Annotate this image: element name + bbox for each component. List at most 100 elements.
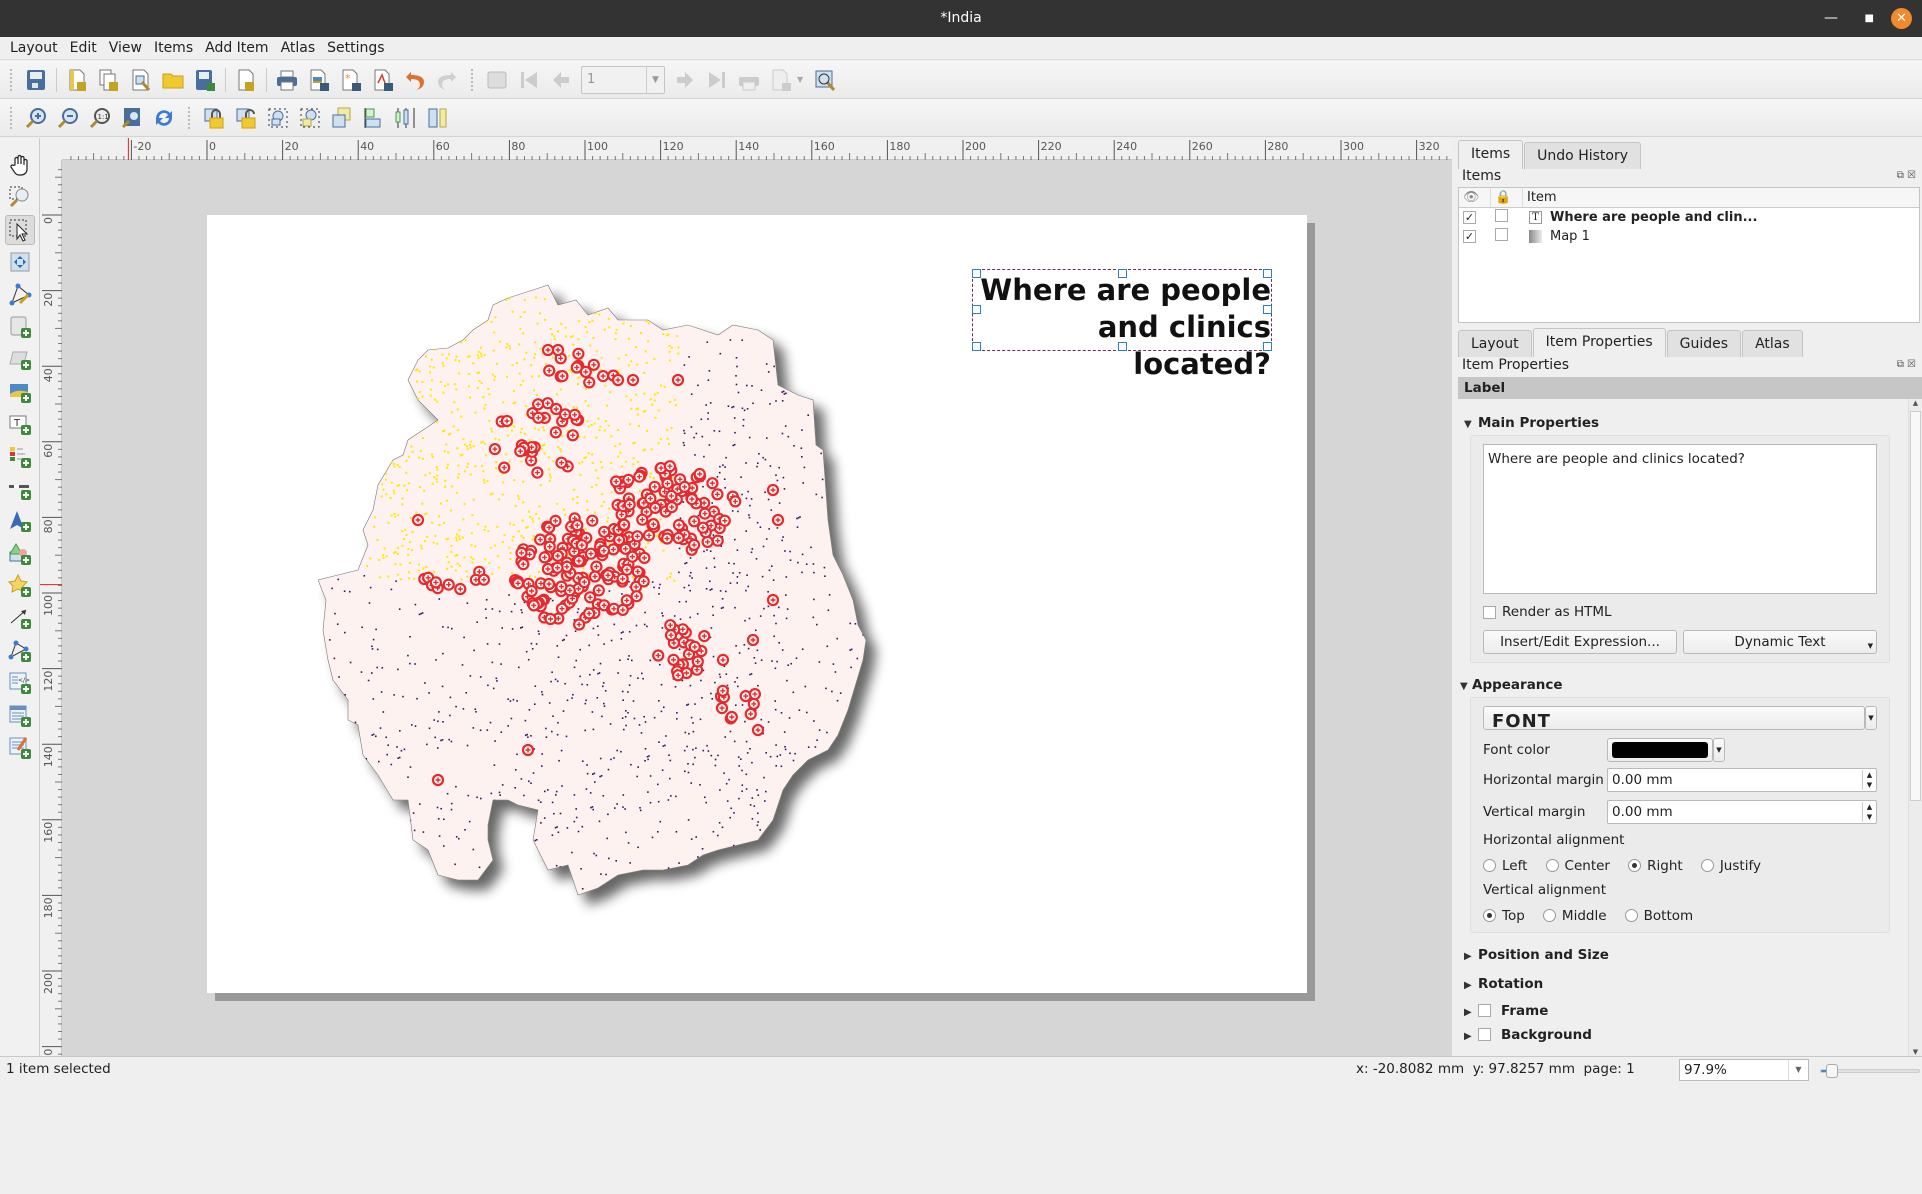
dynamic-text-button[interactable]: Dynamic Text ▼ (1683, 630, 1877, 654)
edit-nodes-tool[interactable] (5, 280, 35, 310)
add-attribute-table-tool[interactable] (5, 701, 35, 731)
save-as-template-icon[interactable] (192, 67, 218, 93)
layout-page[interactable]: Where are people and clinics located? (207, 215, 1307, 993)
menu-add-item[interactable]: Add Item (199, 37, 274, 60)
visible-column-header[interactable]: 👁 (1459, 188, 1491, 207)
zoom-full-icon[interactable] (119, 105, 145, 131)
items-tree[interactable]: 👁 🔒 Item ✓ T Where are people and clin..… (1458, 187, 1920, 323)
export-atlas-icon[interactable] (768, 67, 794, 93)
toolbar-grip[interactable] (10, 68, 14, 91)
h-align-center-radio[interactable]: Center (1545, 858, 1610, 874)
title-label-item[interactable]: Where are people and clinics located? (972, 269, 1272, 381)
add-node-item-tool[interactable] (5, 636, 35, 666)
visibility-checkbox[interactable]: ✓ (1463, 211, 1476, 224)
resize-handle-right[interactable] (1263, 305, 1272, 314)
position-and-size-section[interactable]: ▶ Position and Size (1458, 941, 1908, 970)
vertical-ruler[interactable]: 020406080100120140160180200220 (40, 160, 62, 1056)
maximize-button[interactable]: ■ (1865, 0, 1874, 37)
add-arrow-tool[interactable] (5, 603, 35, 633)
font-button[interactable]: FONT (1483, 706, 1865, 730)
export-pdf-icon[interactable] (370, 67, 396, 93)
next-feature-icon[interactable] (672, 67, 698, 93)
resize-handle-top-right[interactable] (1263, 269, 1272, 278)
items-row[interactable]: ✓ T Where are people and clin... (1459, 208, 1919, 227)
align-items-icon[interactable] (361, 105, 387, 131)
rotation-section[interactable]: ▶ Rotation (1458, 970, 1908, 999)
new-layout-icon[interactable] (64, 67, 90, 93)
zoom-in-icon[interactable] (23, 105, 49, 131)
lock-checkbox[interactable] (1495, 228, 1508, 241)
close-dock-icon[interactable]: ☒ (1907, 170, 1916, 181)
menu-items[interactable]: Items (148, 37, 199, 60)
h-align-left-radio[interactable]: Left (1483, 858, 1527, 874)
resize-handle-bottom[interactable] (1118, 342, 1127, 351)
minimize-button[interactable]: — (1824, 0, 1838, 37)
menu-edit[interactable]: Edit (64, 37, 103, 60)
save-icon[interactable] (23, 67, 49, 93)
float-dock-icon[interactable]: ⧉ (1897, 170, 1904, 181)
tab-item-properties[interactable]: Item Properties (1532, 328, 1666, 357)
font-color-button[interactable] (1607, 738, 1713, 762)
menu-atlas[interactable]: Atlas (275, 37, 322, 60)
menu-view[interactable]: View (103, 37, 148, 60)
font-dropdown-arrow[interactable]: ▼ (1865, 706, 1877, 730)
tab-undo-history[interactable]: Undo History (1524, 142, 1642, 169)
resize-handle-bottom-left[interactable] (972, 342, 981, 351)
scrollbar-thumb[interactable] (1910, 411, 1921, 801)
label-text-area[interactable]: Where are people and clinics located? (1483, 444, 1877, 594)
background-section[interactable]: ▶ Background (1458, 1023, 1908, 1047)
insert-expression-button[interactable]: Insert/Edit Expression... (1483, 630, 1677, 654)
first-feature-icon[interactable] (516, 67, 542, 93)
lock-column-header[interactable]: 🔒 (1491, 188, 1523, 207)
item-column-header[interactable]: Item (1523, 188, 1919, 207)
visibility-checkbox[interactable]: ✓ (1463, 230, 1476, 243)
frame-checkbox[interactable] (1478, 1004, 1491, 1017)
close-button[interactable]: ✕ (1891, 8, 1912, 29)
resize-items-icon[interactable] (425, 105, 451, 131)
raise-items-icon[interactable] (329, 105, 355, 131)
zoom-out-icon[interactable] (55, 105, 81, 131)
print-atlas-icon[interactable] (736, 67, 762, 93)
horizontal-ruler[interactable]: -20 0 20 40 60 80 100 120 140 160 180 200 220 240 260 2… (62, 138, 1452, 160)
atlas-page-combobox[interactable]: 1 ▼ (581, 65, 665, 94)
select-move-tool[interactable] (5, 214, 35, 245)
v-align-middle-radio[interactable]: Middle (1542, 908, 1607, 924)
atlas-preview-icon[interactable] (484, 67, 510, 93)
resize-handle-top-left[interactable] (972, 269, 981, 278)
layout-manager-icon[interactable] (128, 67, 154, 93)
add-label-tool[interactable]: T (5, 409, 35, 439)
previous-feature-icon[interactable] (548, 67, 574, 93)
appearance-section[interactable]: ▼ Appearance (1458, 673, 1908, 697)
resize-handle-top[interactable] (1118, 269, 1127, 278)
zoom-slider[interactable] (1820, 1064, 1920, 1078)
menu-layout[interactable]: Layout (4, 37, 64, 60)
menu-settings[interactable]: Settings (321, 37, 390, 60)
v-align-bottom-radio[interactable]: Bottom (1624, 908, 1693, 924)
map-item[interactable] (318, 280, 918, 960)
lock-checkbox[interactable] (1495, 209, 1508, 222)
zoom-combobox[interactable]: 97.9% ▼ (1679, 1059, 1809, 1081)
h-align-right-radio[interactable]: Right (1628, 858, 1683, 874)
frame-section[interactable]: ▶ Frame (1458, 999, 1908, 1023)
resize-handle-left[interactable] (972, 305, 981, 314)
add-picture-tool[interactable] (5, 377, 35, 407)
move-content-tool[interactable] (5, 247, 35, 277)
add-3d-map-tool[interactable] (5, 344, 35, 374)
add-pages-icon[interactable] (233, 67, 259, 93)
add-map-tool[interactable] (5, 312, 35, 342)
refresh-icon[interactable] (151, 105, 177, 131)
close-dock-icon[interactable]: ☒ (1907, 359, 1916, 370)
distribute-items-icon[interactable] (393, 105, 419, 131)
undo-icon[interactable] (402, 67, 428, 93)
add-html-tool[interactable]: </> (5, 668, 35, 698)
pan-tool[interactable] (5, 150, 35, 180)
add-shape-tool[interactable] (5, 539, 35, 569)
unlock-items-icon[interactable] (233, 105, 259, 131)
horizontal-margin-spinbox[interactable]: 0.00 mm ▲ ▼ (1607, 768, 1877, 792)
lock-items-icon[interactable] (201, 105, 227, 131)
ungroup-items-icon[interactable] (297, 105, 323, 131)
last-feature-icon[interactable] (704, 67, 730, 93)
tab-layout[interactable]: Layout (1458, 330, 1532, 357)
open-template-icon[interactable] (160, 67, 186, 93)
items-row[interactable]: ✓ Map 1 (1459, 227, 1919, 246)
